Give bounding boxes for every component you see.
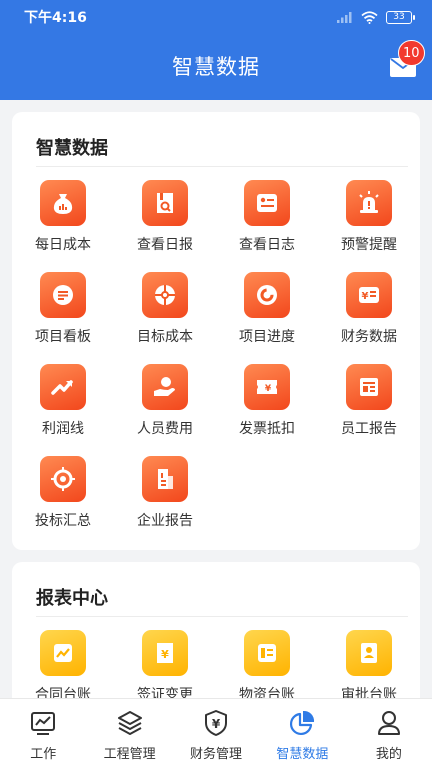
- grid-item-staff-report[interactable]: 员工报告: [318, 364, 420, 456]
- grid-item-label: 项目进度: [239, 329, 295, 345]
- section-title: 智慧数据: [36, 138, 108, 159]
- status-icons: 33: [337, 10, 415, 24]
- grid-item-approval-ledger[interactable]: 审批台账: [318, 630, 420, 698]
- company-icon: [158, 469, 173, 489]
- user-icon: [377, 711, 400, 735]
- grid-item-label: 合同台账: [35, 687, 91, 698]
- grid-item-label: 目标成本: [137, 329, 193, 345]
- grid-item-label: 查看日志: [239, 237, 295, 253]
- grid-item-bid-summary[interactable]: 投标汇总: [12, 456, 114, 548]
- report-center-grid: 合同台账 ¥ 签证变更 物资台账 审批台账: [12, 630, 420, 698]
- pie-chart-icon: [290, 710, 315, 736]
- work-chart-icon: [31, 712, 56, 735]
- notification-badge: 10: [398, 40, 425, 66]
- grid-item-label: 项目看板: [35, 329, 91, 345]
- signal-icon: [337, 12, 352, 23]
- svg-text:¥: ¥: [362, 291, 369, 302]
- grid-item-label: 发票抵扣: [239, 421, 295, 437]
- tab-label: 财务管理: [190, 747, 243, 762]
- grid-item-material-ledger[interactable]: 物资台账: [216, 630, 318, 698]
- section-smart-data: 智慧数据 每日成本 查看日报 查看日志 预警提醒 项目看板 目标成本 项目进度 …: [12, 112, 420, 550]
- grid-item-label: 签证变更: [137, 687, 193, 698]
- section-title: 报表中心: [36, 588, 108, 609]
- tab-label: 智慧数据: [276, 747, 329, 762]
- smart-data-grid: 每日成本 查看日报 查看日志 预警提醒 项目看板 目标成本 项目进度 ¥ 财务数…: [12, 180, 420, 548]
- grid-item-contract-ledger[interactable]: 合同台账: [12, 630, 114, 698]
- grid-item-project-progress[interactable]: 项目进度: [216, 272, 318, 364]
- contract-icon: [54, 644, 72, 662]
- log-icon: [257, 194, 277, 212]
- board-icon: [53, 285, 73, 305]
- alarm-icon: [359, 191, 379, 213]
- grid-item-label: 预警提醒: [341, 237, 397, 253]
- grid-item-project-board[interactable]: 项目看板: [12, 272, 114, 364]
- section-report-center: 报表中心 合同台账 ¥ 签证变更 物资台账 审批台账: [12, 562, 420, 698]
- finance-icon: ¥: [359, 287, 379, 303]
- tab-finance[interactable]: ¥ 财务管理: [173, 699, 259, 768]
- hand-coin-icon: [154, 377, 175, 396]
- bottom-tab-bar: 工作 工程管理 ¥ 财务管理 智慧数据 我的: [0, 698, 432, 768]
- grid-item-label: 人员费用: [137, 421, 193, 437]
- approval-icon: [361, 643, 377, 663]
- status-bar: 下午4:16 33: [0, 0, 432, 34]
- tab-work[interactable]: 工作: [0, 699, 86, 768]
- grid-item-label: 物资台账: [239, 687, 295, 698]
- app-header: 智慧数据 10: [0, 34, 432, 100]
- tab-label: 工程管理: [103, 747, 156, 762]
- trend-icon: [51, 380, 73, 395]
- tab-label: 工作: [30, 747, 57, 762]
- visa-icon: ¥: [157, 643, 173, 663]
- grid-item-target-cost[interactable]: 目标成本: [114, 272, 216, 364]
- svg-text:¥: ¥: [212, 717, 221, 731]
- grid-item-daily-cost[interactable]: 每日成本: [12, 180, 114, 272]
- divider: [36, 616, 408, 617]
- layers-icon: [117, 711, 142, 735]
- grid-item-company-report[interactable]: 企业报告: [114, 456, 216, 548]
- tab-engineering[interactable]: 工程管理: [86, 699, 172, 768]
- battery-icon: 33: [386, 10, 415, 24]
- tab-smart-data[interactable]: 智慧数据: [259, 699, 345, 768]
- material-icon: [258, 644, 276, 662]
- invoice-icon: ¥: [257, 380, 277, 394]
- grid-item-invoice[interactable]: ¥ 发票抵扣: [216, 364, 318, 456]
- grid-item-label: 企业报告: [137, 513, 193, 529]
- grid-item-label: 投标汇总: [35, 513, 91, 529]
- grid-item-label: 查看日报: [137, 237, 193, 253]
- wifi-icon: [361, 10, 378, 24]
- grid-item-visa-change[interactable]: ¥ 签证变更: [114, 630, 216, 698]
- grid-item-staff-cost[interactable]: 人员费用: [114, 364, 216, 456]
- grid-item-profit-line[interactable]: 利润线: [12, 364, 114, 456]
- grid-item-warning[interactable]: 预警提醒: [318, 180, 420, 272]
- grid-item-label: 利润线: [42, 421, 84, 437]
- progress-icon: [257, 285, 277, 305]
- grid-item-view-log[interactable]: 查看日志: [216, 180, 318, 272]
- tab-label: 我的: [375, 747, 402, 762]
- divider: [36, 166, 408, 167]
- target-icon: [155, 285, 175, 305]
- tab-mine[interactable]: 我的: [346, 699, 432, 768]
- svg-text:¥: ¥: [265, 384, 272, 394]
- grid-item-label: 审批台账: [341, 687, 397, 698]
- yen-shield-icon: ¥: [205, 710, 228, 736]
- status-time: 下午4:16: [24, 10, 87, 26]
- grid-item-label: 每日成本: [35, 237, 91, 253]
- report-search-icon: [157, 193, 173, 213]
- staff-report-icon: [360, 378, 378, 396]
- grid-item-daily-report[interactable]: 查看日报: [114, 180, 216, 272]
- grid-item-label: 员工报告: [341, 421, 397, 437]
- page-title: 智慧数据: [172, 55, 260, 79]
- money-bag-icon: [53, 194, 73, 214]
- main-content[interactable]: 智慧数据 每日成本 查看日报 查看日志 预警提醒 项目看板 目标成本 项目进度 …: [0, 100, 432, 698]
- grid-item-finance-data[interactable]: ¥ 财务数据: [318, 272, 420, 364]
- grid-item-label: 财务数据: [341, 329, 397, 345]
- bid-icon: [51, 467, 75, 491]
- svg-text:¥: ¥: [161, 648, 169, 661]
